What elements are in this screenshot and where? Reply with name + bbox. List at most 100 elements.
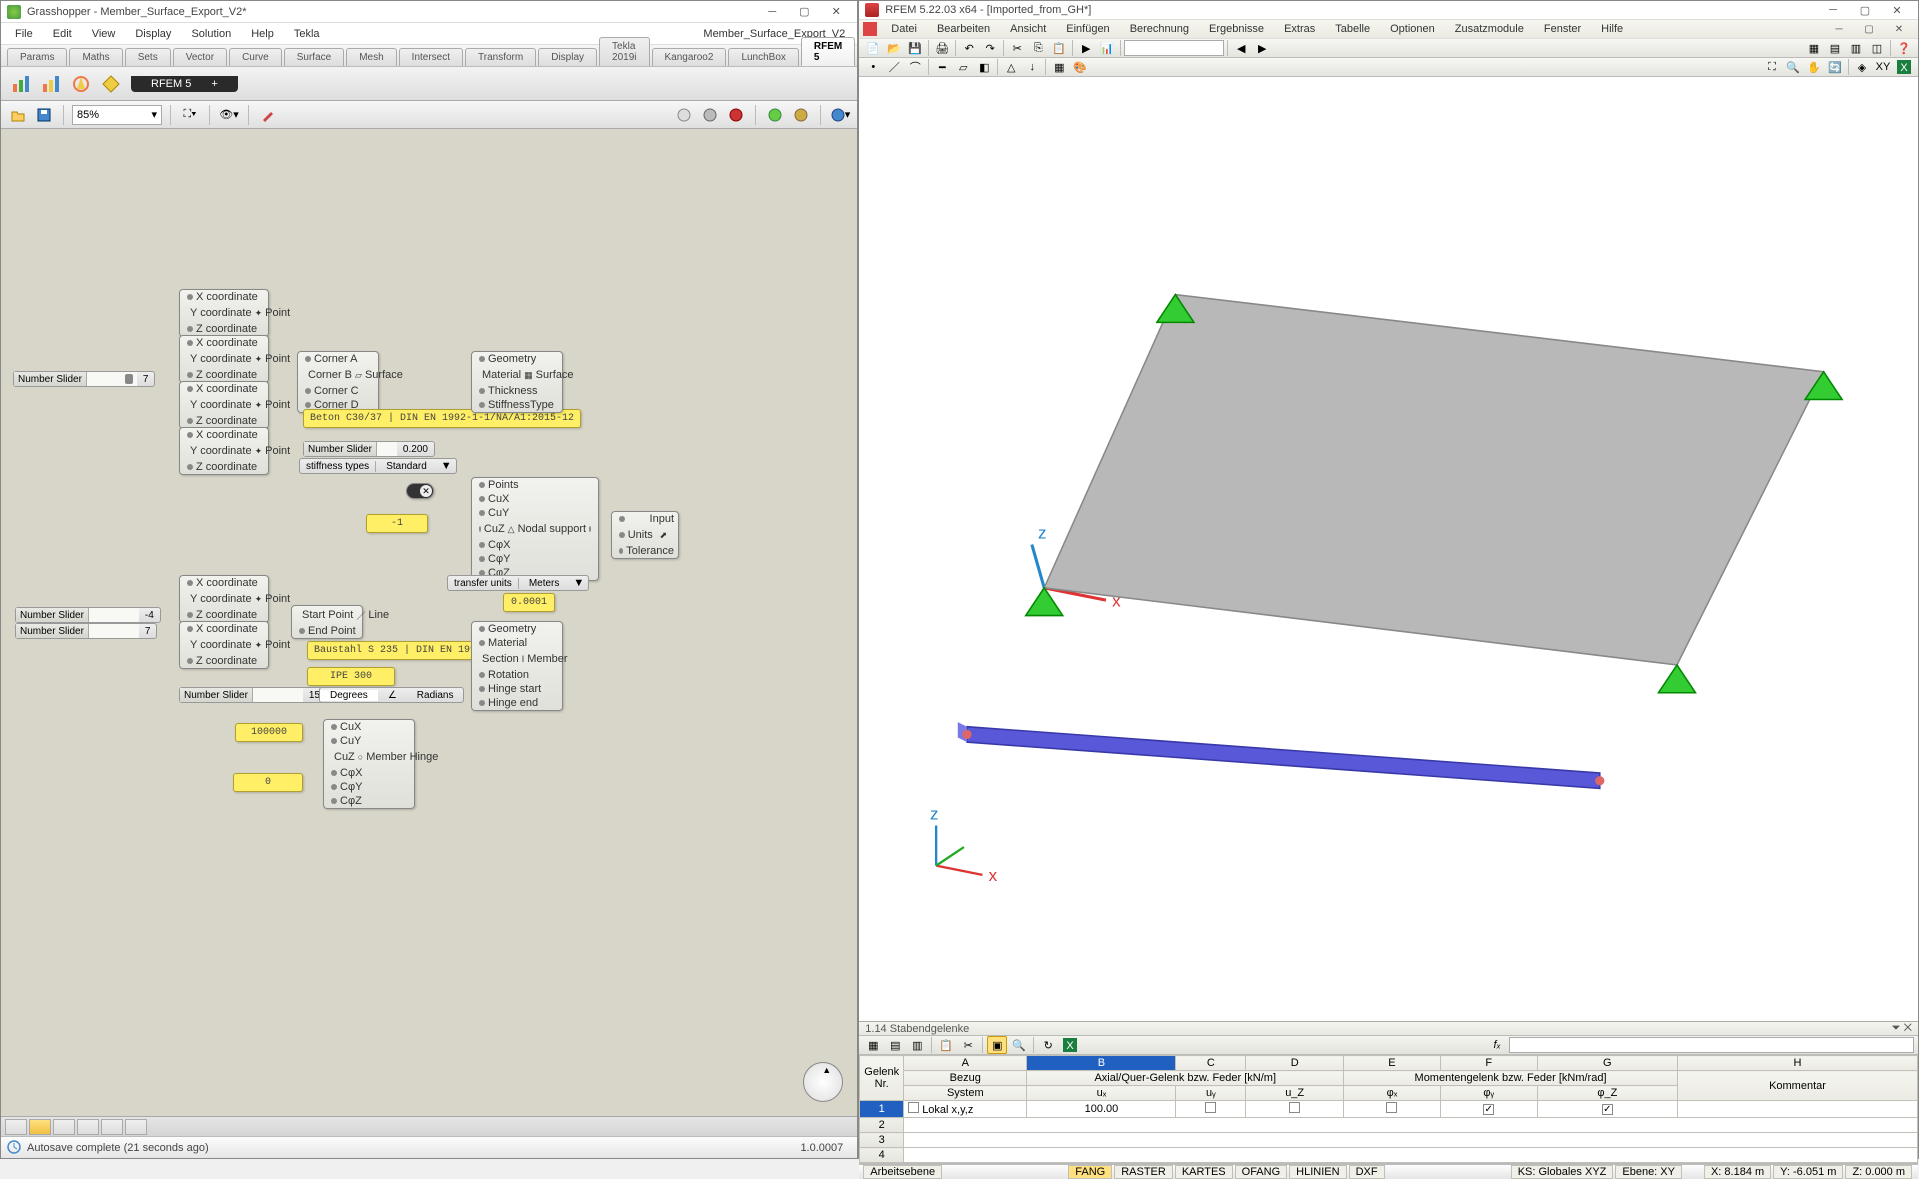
st-dxf[interactable]: DXF (1349, 1165, 1385, 1179)
tb-help[interactable]: ❓ (1894, 39, 1914, 57)
tb-solid[interactable]: ◧ (974, 58, 994, 76)
slider-5[interactable]: Number Slider15 (179, 687, 327, 703)
eye-icon[interactable]: 👁▾ (218, 104, 240, 126)
slider-4[interactable]: Number Slider7 (15, 623, 157, 639)
gh-menu-solution[interactable]: Solution (181, 25, 241, 43)
tb-back[interactable]: ◀ (1231, 39, 1251, 57)
tab-sets[interactable]: Sets (125, 48, 171, 66)
tb-node[interactable]: • (863, 58, 883, 76)
tab-maths[interactable]: Maths (69, 48, 122, 66)
point-node-6[interactable]: X coordinate Y coordinate✦Point Z coordi… (179, 621, 269, 669)
tb-calc[interactable]: ▶ (1076, 39, 1096, 57)
panel-tol[interactable]: 0.0001 (503, 593, 555, 612)
tb-xls-icon[interactable]: X (1894, 58, 1914, 76)
tt-highlight[interactable]: ▣ (987, 1036, 1007, 1054)
tb-xy[interactable]: XY (1873, 58, 1893, 76)
save-icon[interactable] (33, 104, 55, 126)
tb-surface[interactable]: ▱ (953, 58, 973, 76)
tb-copy[interactable]: ⎘ (1028, 39, 1048, 57)
opt-deg[interactable]: Degrees (320, 690, 378, 701)
rb-1[interactable] (7, 70, 35, 98)
table-row[interactable]: 4 (860, 1148, 1918, 1163)
rb-4[interactable] (97, 70, 125, 98)
col-H[interactable]: H (1678, 1056, 1918, 1071)
zoom-extents-icon[interactable]: ⛶▾ (179, 104, 201, 126)
tb-view-2[interactable]: ▤ (1825, 39, 1845, 57)
tb-fwd[interactable]: ▶ (1252, 39, 1272, 57)
rf-menu-extras[interactable]: Extras (1274, 20, 1325, 38)
shade-6[interactable]: ▾ (829, 104, 851, 126)
rfem-io-node[interactable]: Input Units⬈ Tolerance (611, 511, 679, 559)
tb-zoom-fit[interactable]: ⛶ (1762, 58, 1782, 76)
tb-view-4[interactable]: ◫ (1867, 39, 1887, 57)
btab-6[interactable] (125, 1119, 147, 1135)
cell-pz[interactable] (1537, 1101, 1677, 1118)
rf-doc-close[interactable]: ✕ (1884, 20, 1914, 38)
st-ofang[interactable]: OFANG (1235, 1165, 1288, 1179)
btab-4[interactable] (77, 1119, 99, 1135)
tb-support[interactable]: △ (1001, 58, 1021, 76)
panel-100000[interactable]: 100000 (235, 723, 303, 742)
rf-menu-ergebnisse[interactable]: Ergebnisse (1199, 20, 1274, 38)
st-raster[interactable]: RASTER (1114, 1165, 1173, 1179)
rb-3[interactable] (67, 70, 95, 98)
point-node-5[interactable]: X coordinate Y coordinate✦Point Z coordi… (179, 575, 269, 623)
tt-7[interactable]: ↻ (1038, 1036, 1058, 1054)
plus-icon[interactable]: + (211, 78, 217, 90)
dropdown-icon[interactable]: ▾ (151, 108, 157, 121)
panel-neg1[interactable]: -1 (366, 514, 428, 533)
tab-tekla[interactable]: Tekla 2019i (599, 37, 649, 66)
rf-menu-fenster[interactable]: Fenster (1534, 20, 1591, 38)
tb-rotate[interactable]: 🔄 (1825, 58, 1845, 76)
tb-pan[interactable]: ✋ (1804, 58, 1824, 76)
tt-4[interactable]: 📋 (936, 1036, 956, 1054)
rf-3d-view[interactable]: x z x z (859, 77, 1918, 1022)
col-B[interactable]: B (1027, 1056, 1176, 1071)
col-F[interactable]: F (1440, 1056, 1537, 1071)
shade-3[interactable] (725, 104, 747, 126)
tt-6[interactable]: 🔍 (1009, 1036, 1029, 1054)
point-node-3[interactable]: X coordinate Y coordinate✦Point Z coordi… (179, 381, 269, 429)
dropdown-icon[interactable]: ▼ (437, 460, 456, 472)
tab-params[interactable]: Params (7, 48, 67, 66)
tb-new[interactable]: 📄 (863, 39, 883, 57)
slider-1[interactable]: Number Slider 7 (13, 371, 155, 387)
btab-2[interactable] (29, 1119, 51, 1135)
tab-vector[interactable]: Vector (173, 48, 227, 66)
tb-combo[interactable] (1124, 40, 1224, 56)
btab-5[interactable] (101, 1119, 123, 1135)
tab-kangaroo[interactable]: Kangaroo2 (652, 48, 727, 66)
tb-open[interactable]: 📂 (884, 39, 904, 57)
tb-cut[interactable]: ✂ (1007, 39, 1027, 57)
table-pin-icon[interactable]: ⏷ ✕ (1892, 1022, 1912, 1035)
tb-save[interactable]: 💾 (905, 39, 925, 57)
btab-3[interactable] (53, 1119, 75, 1135)
tb-render[interactable]: 🎨 (1070, 58, 1090, 76)
shade-2[interactable] (699, 104, 721, 126)
table-row[interactable]: 1 Lokal x,y,z 100.00 (860, 1101, 1918, 1118)
vlist-stiffness[interactable]: stiffness types Standard ▼ (299, 458, 457, 474)
rfem-surface-node[interactable]: Geometry Material▦Surface Thickness Stif… (471, 351, 563, 413)
tt-1[interactable]: ▦ (863, 1036, 883, 1054)
tb-line[interactable]: ／ (884, 58, 904, 76)
tb-zoom-win[interactable]: 🔍 (1783, 58, 1803, 76)
hinge-node[interactable]: CuX CuY CuZ○Member Hinge CφX CφY CφZ (323, 719, 415, 809)
surface-4pt-node[interactable]: Corner A Corner B▱Surface Corner C Corne… (297, 351, 379, 413)
shade-4[interactable] (764, 104, 786, 126)
tt-3[interactable]: ▥ (907, 1036, 927, 1054)
rf-menu-datei[interactable]: Datei (881, 20, 927, 38)
sys-chk[interactable] (908, 1102, 919, 1113)
shade-5[interactable] (790, 104, 812, 126)
rf-menu-hilfe[interactable]: Hilfe (1591, 20, 1633, 38)
st-hlin[interactable]: HLINIEN (1289, 1165, 1346, 1179)
tab-intersect[interactable]: Intersect (399, 48, 463, 66)
tb-arc[interactable]: ⌒ (905, 58, 925, 76)
tb-iso[interactable]: ◈ (1852, 58, 1872, 76)
gh-menu-display[interactable]: Display (125, 25, 181, 43)
vlist-angle[interactable]: Degrees ∠ Radians (319, 687, 464, 703)
tb-mesh[interactable]: ▦ (1049, 58, 1069, 76)
tab-display[interactable]: Display (538, 48, 597, 66)
open-icon[interactable] (7, 104, 29, 126)
tb-redo[interactable]: ↷ (980, 39, 1000, 57)
rf-menu-optionen[interactable]: Optionen (1380, 20, 1445, 38)
